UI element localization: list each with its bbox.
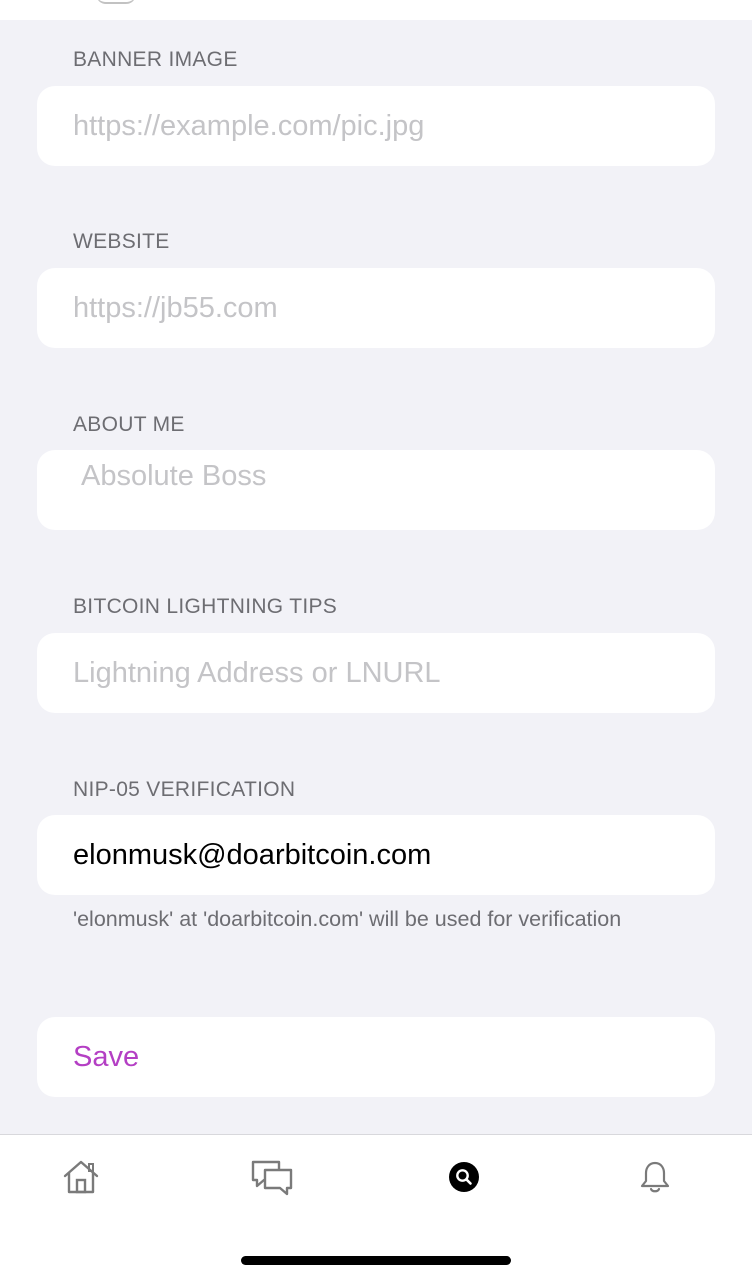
- lightning-tips-label: BITCOIN LIGHTNING TIPS: [73, 595, 338, 618]
- home-icon: [63, 1160, 99, 1194]
- search-icon: [449, 1162, 479, 1192]
- about-me-textarea[interactable]: Absolute Boss: [37, 450, 715, 530]
- banner-image-input[interactable]: [73, 86, 693, 166]
- home-indicator: [241, 1256, 511, 1265]
- tab-home[interactable]: [56, 1155, 106, 1199]
- save-button[interactable]: Save: [37, 1017, 715, 1097]
- lightning-tips-field[interactable]: [37, 633, 715, 713]
- banner-image-field[interactable]: [37, 86, 715, 166]
- tab-search[interactable]: [439, 1155, 489, 1199]
- nip05-field[interactable]: [37, 815, 715, 895]
- save-button-label: Save: [73, 1041, 140, 1073]
- about-me-label: ABOUT ME: [73, 413, 185, 436]
- nip05-input[interactable]: [73, 815, 693, 895]
- lightning-tips-input[interactable]: [73, 633, 693, 713]
- nip05-verification-note: 'elonmusk' at 'doarbitcoin.com' will be …: [73, 907, 622, 931]
- top-header-strip: [0, 0, 752, 20]
- website-label: WEBSITE: [73, 230, 170, 253]
- website-input[interactable]: [73, 268, 693, 348]
- about-me-placeholder: Absolute Boss: [81, 460, 267, 492]
- avatar-edge: [96, 0, 136, 4]
- tab-notifications[interactable]: [630, 1155, 680, 1199]
- website-field[interactable]: [37, 268, 715, 348]
- chat-bubbles-icon: [251, 1160, 293, 1196]
- tab-messages[interactable]: [247, 1155, 297, 1199]
- nip05-label: NIP-05 VERIFICATION: [73, 778, 296, 801]
- banner-image-label: BANNER IMAGE: [73, 48, 238, 71]
- bell-icon: [640, 1161, 670, 1193]
